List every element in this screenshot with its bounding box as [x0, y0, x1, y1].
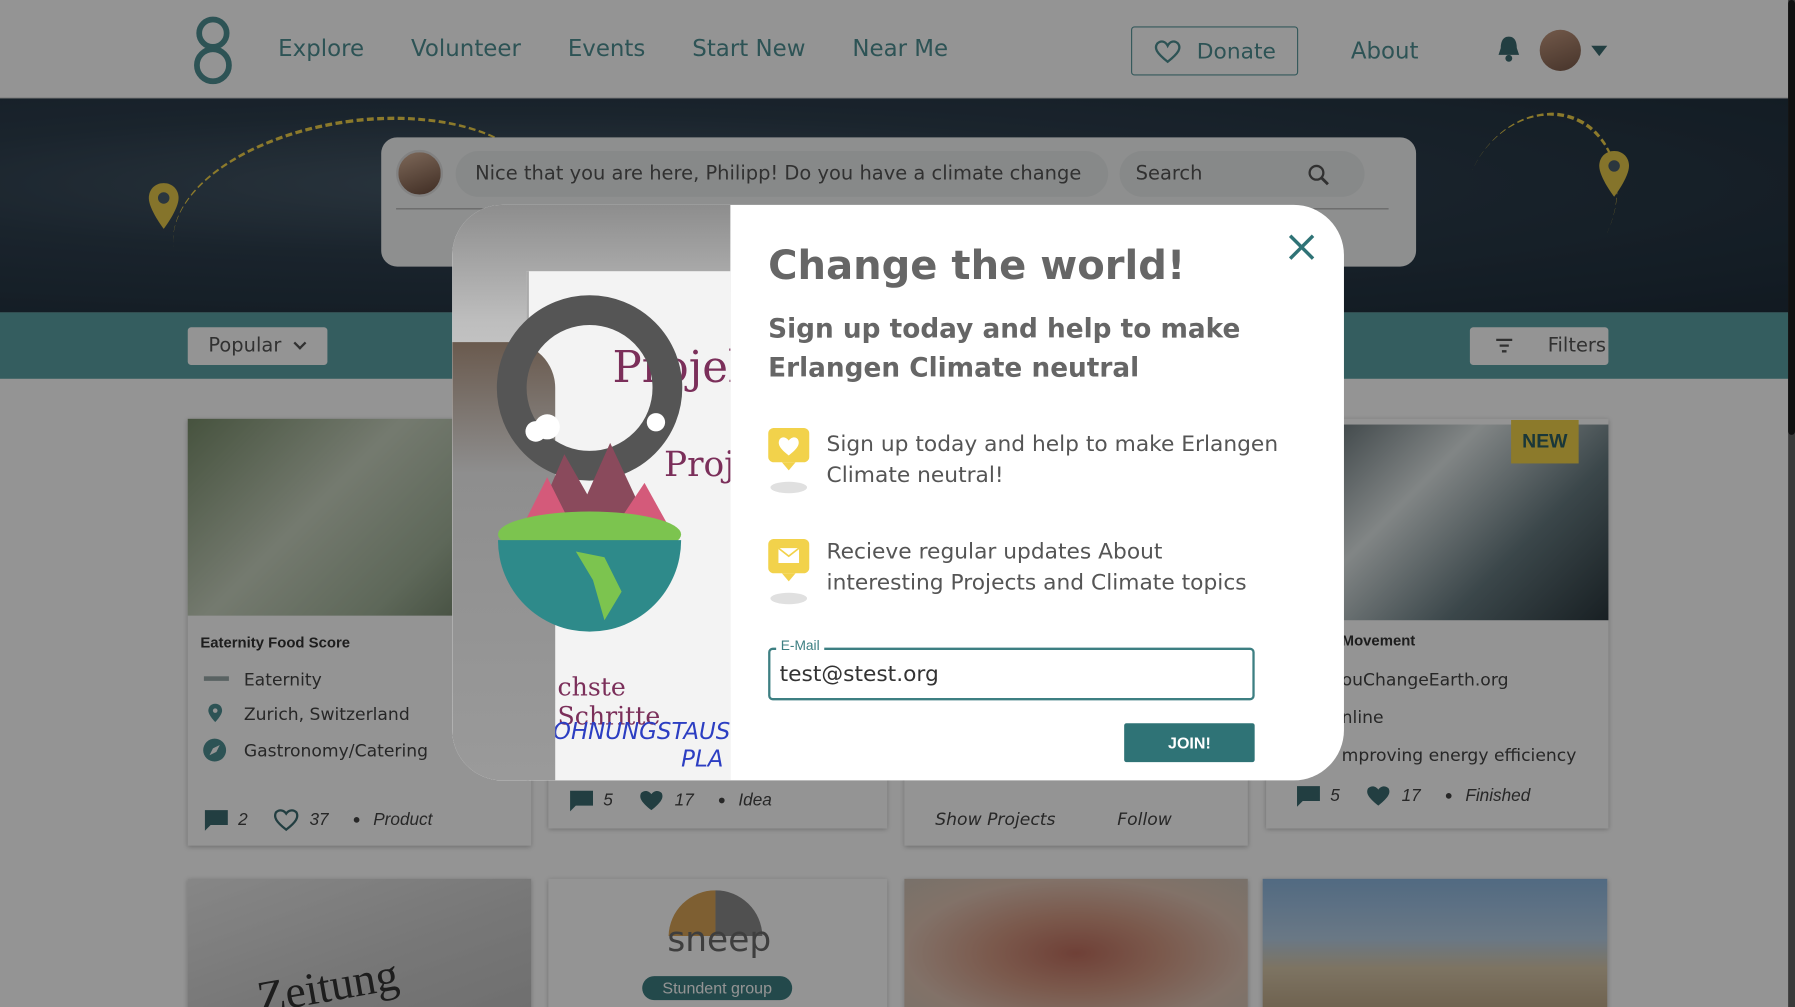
email-input[interactable]	[779, 649, 1244, 699]
earth-logo-icon	[496, 295, 683, 632]
mail-icon	[768, 538, 810, 605]
close-icon[interactable]	[1287, 232, 1317, 262]
feature-text: Sign up today and help to make Erlangen …	[826, 431, 1279, 488]
modal-subtitle: Sign up today and help to make Erlangen …	[768, 314, 1241, 384]
flipchart-text: OHNUNGSTAUSC	[552, 717, 731, 745]
heart-icon	[768, 427, 810, 494]
modal-image: Projek Proje chste Schritte OHNUNGSTAUSC…	[452, 204, 731, 781]
join-button[interactable]: JOIN!	[1124, 723, 1255, 763]
feature-text: Recieve regular updates About interestin…	[826, 538, 1247, 596]
email-field[interactable]	[768, 647, 1255, 701]
signup-modal: Projek Proje chste Schritte OHNUNGSTAUSC…	[452, 204, 1344, 781]
flipchart-text: PLA	[681, 744, 724, 773]
email-label: E-Mail	[776, 637, 825, 654]
modal-title: Change the world!	[768, 243, 1186, 290]
scrollbar-thumb[interactable]	[1788, 0, 1795, 435]
